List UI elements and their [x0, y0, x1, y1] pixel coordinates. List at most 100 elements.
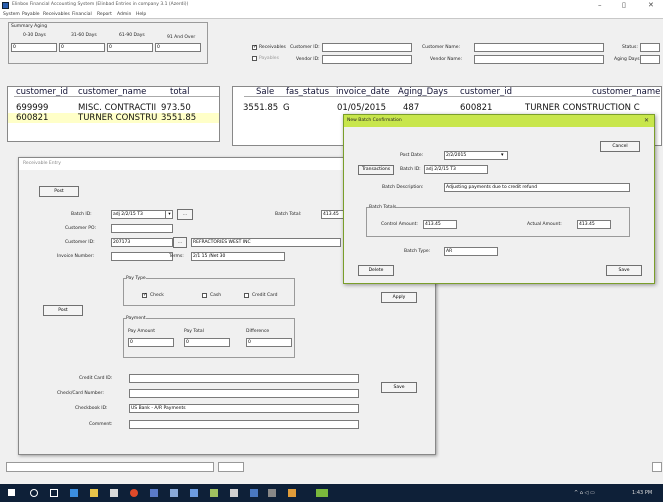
save-button[interactable]: Save: [381, 382, 417, 393]
customer-id-label: Customer ID:: [65, 240, 95, 245]
batch-id-lookup-button[interactable]: ...: [177, 209, 193, 220]
customer-name-filter-input[interactable]: [474, 43, 604, 52]
chevron-down-icon[interactable]: ▾: [501, 152, 504, 158]
mail-icon[interactable]: [150, 489, 158, 497]
table-row[interactable]: 3551.85 G 01/05/2015 487 600821 TURNER C…: [233, 103, 661, 113]
aging-0-30-field[interactable]: 0: [11, 43, 57, 52]
aging-31-60-field[interactable]: 0: [59, 43, 105, 52]
app-icon[interactable]: [250, 489, 258, 497]
app-icon[interactable]: [268, 489, 276, 497]
pay-total-field: 0: [184, 338, 230, 347]
search-icon[interactable]: [30, 489, 38, 497]
batch-type-label: Batch Type:: [404, 249, 431, 254]
pay-cash-checkbox[interactable]: [202, 293, 207, 298]
title-bar: Elinbox Financial Accounting System (Eli…: [0, 0, 663, 11]
payables-checkbox[interactable]: [252, 56, 257, 61]
system-tray-icons[interactable]: ^ ⌂ ◁ ▭: [574, 490, 595, 496]
pay-credit-checkbox[interactable]: [244, 293, 249, 298]
cell-customer-name: TURNER CONSTRUCTION C: [525, 103, 640, 113]
batch-type-field: AR: [444, 247, 498, 256]
store-icon[interactable]: [110, 489, 118, 497]
vendor-id-filter-input[interactable]: [322, 55, 412, 64]
new-batch-confirmation-dialog: New Batch Confirmation ✕ Cancel Post Dat…: [343, 114, 655, 284]
menu-help[interactable]: Help: [136, 11, 146, 19]
app-icon[interactable]: [288, 489, 296, 497]
vendor-name-filter-label: Vendor Name:: [430, 57, 463, 62]
comment-input[interactable]: [129, 420, 359, 429]
delete-button[interactable]: Delete: [358, 265, 394, 276]
receivables-checkbox[interactable]: ✓: [252, 45, 257, 50]
save-button[interactable]: Save: [606, 265, 642, 276]
pay-amount-input[interactable]: 0: [128, 338, 174, 347]
app-icon[interactable]: [210, 489, 218, 497]
customer-grid-hscrollbar[interactable]: [6, 462, 214, 472]
terms-label: Terms:: [169, 254, 184, 259]
status-filter-input[interactable]: [640, 43, 660, 52]
batch-dialog-close-button[interactable]: ✕: [644, 117, 649, 124]
apply-button[interactable]: Apply: [381, 292, 417, 303]
pay-check-checkbox[interactable]: ✓: [142, 293, 147, 298]
window-title: Elinbox Financial Accounting System (Eli…: [12, 2, 189, 7]
menu-receivables[interactable]: Receivables: [43, 11, 70, 19]
menu-payable[interactable]: Payable: [22, 11, 40, 19]
cell-customer-id: 600821: [460, 103, 493, 113]
invoice-grid-scroll-arrow[interactable]: [652, 462, 662, 472]
menu-report[interactable]: Report: [97, 11, 112, 19]
cell-total: 973.50: [161, 103, 191, 113]
post-date-picker[interactable]: 2/2/2015: [444, 151, 508, 160]
post-button[interactable]: Post: [39, 186, 79, 197]
edge-browser-icon[interactable]: [70, 489, 78, 497]
menu-financial[interactable]: Financial: [72, 11, 92, 19]
customer-id-filter-label: Customer ID:: [290, 45, 320, 50]
batch-id-input[interactable]: adj 2/2/15 T3: [424, 165, 488, 174]
transactions-button[interactable]: Transactions: [358, 165, 394, 175]
minimize-button[interactable]: –: [598, 1, 602, 9]
customer-id-lookup-button[interactable]: ...: [173, 237, 187, 248]
maximize-button[interactable]: ▯: [622, 1, 626, 9]
checkbook-id-label: Checkbook ID:: [75, 406, 108, 411]
aging-61-90-field[interactable]: 0: [107, 43, 153, 52]
payment-title: Payment: [126, 316, 146, 321]
batch-total-label: Batch Total:: [275, 212, 302, 217]
aging-days-filter-input[interactable]: [640, 55, 660, 64]
difference-label: Difference: [246, 329, 270, 334]
app-icon[interactable]: [230, 489, 238, 497]
cancel-button[interactable]: Cancel: [600, 141, 640, 152]
table-row[interactable]: 600821 TURNER CONSTRU 3551.85: [8, 113, 219, 123]
app-icon[interactable]: [170, 489, 178, 497]
invoice-number-input[interactable]: [111, 252, 173, 261]
batch-id-select[interactable]: adj 2/2/15 T3: [111, 210, 173, 219]
vendor-name-filter-input[interactable]: [474, 55, 604, 64]
file-explorer-icon[interactable]: [90, 489, 98, 497]
customer-id-input[interactable]: 207173: [111, 238, 173, 247]
cell-customer-id: 600821: [16, 113, 49, 123]
summary-aging-title: Summary Aging: [11, 24, 48, 29]
batch-description-input[interactable]: Adjusting payments due to credit refund: [444, 183, 630, 192]
app-icon[interactable]: [190, 489, 198, 497]
post-payment-button[interactable]: Post: [43, 305, 83, 316]
clock[interactable]: 1:43 PM: [632, 490, 652, 496]
checkbook-id-input[interactable]: US Bank - A/R Payments: [129, 404, 359, 413]
windows-start-icon[interactable]: [8, 489, 15, 496]
check-card-number-input[interactable]: [129, 389, 359, 398]
customer-po-input[interactable]: [111, 224, 173, 233]
aging-91-over-field[interactable]: 0: [155, 43, 201, 52]
accounting-app-icon[interactable]: [316, 489, 328, 497]
chevron-down-icon[interactable]: ▾: [165, 210, 173, 219]
control-amount-input[interactable]: 413.45: [423, 220, 457, 229]
chrome-icon[interactable]: [130, 489, 138, 497]
close-button[interactable]: ✕: [648, 1, 654, 9]
taskbar: [0, 484, 663, 502]
menu-system[interactable]: System: [3, 11, 20, 19]
credit-card-id-input[interactable]: [129, 374, 359, 383]
bucket-61-90-label: 61-90 Days: [119, 33, 145, 38]
menu-admin[interactable]: Admin: [117, 11, 131, 19]
customer-grid-scroll-arrows[interactable]: [218, 462, 244, 472]
status-filter-label: Status:: [622, 45, 638, 50]
table-row[interactable]: 699999 MISC. CONTRACTII 973.50: [8, 103, 219, 113]
customer-id-filter-input[interactable]: [322, 43, 412, 52]
task-view-icon[interactable]: [50, 489, 58, 497]
payment-group: Payment Pay Amount Pay Total Difference …: [123, 316, 295, 358]
summary-aging-group: Summary Aging 0-30 Days 31-60 Days 61-90…: [8, 22, 208, 64]
difference-field: 0: [246, 338, 292, 347]
